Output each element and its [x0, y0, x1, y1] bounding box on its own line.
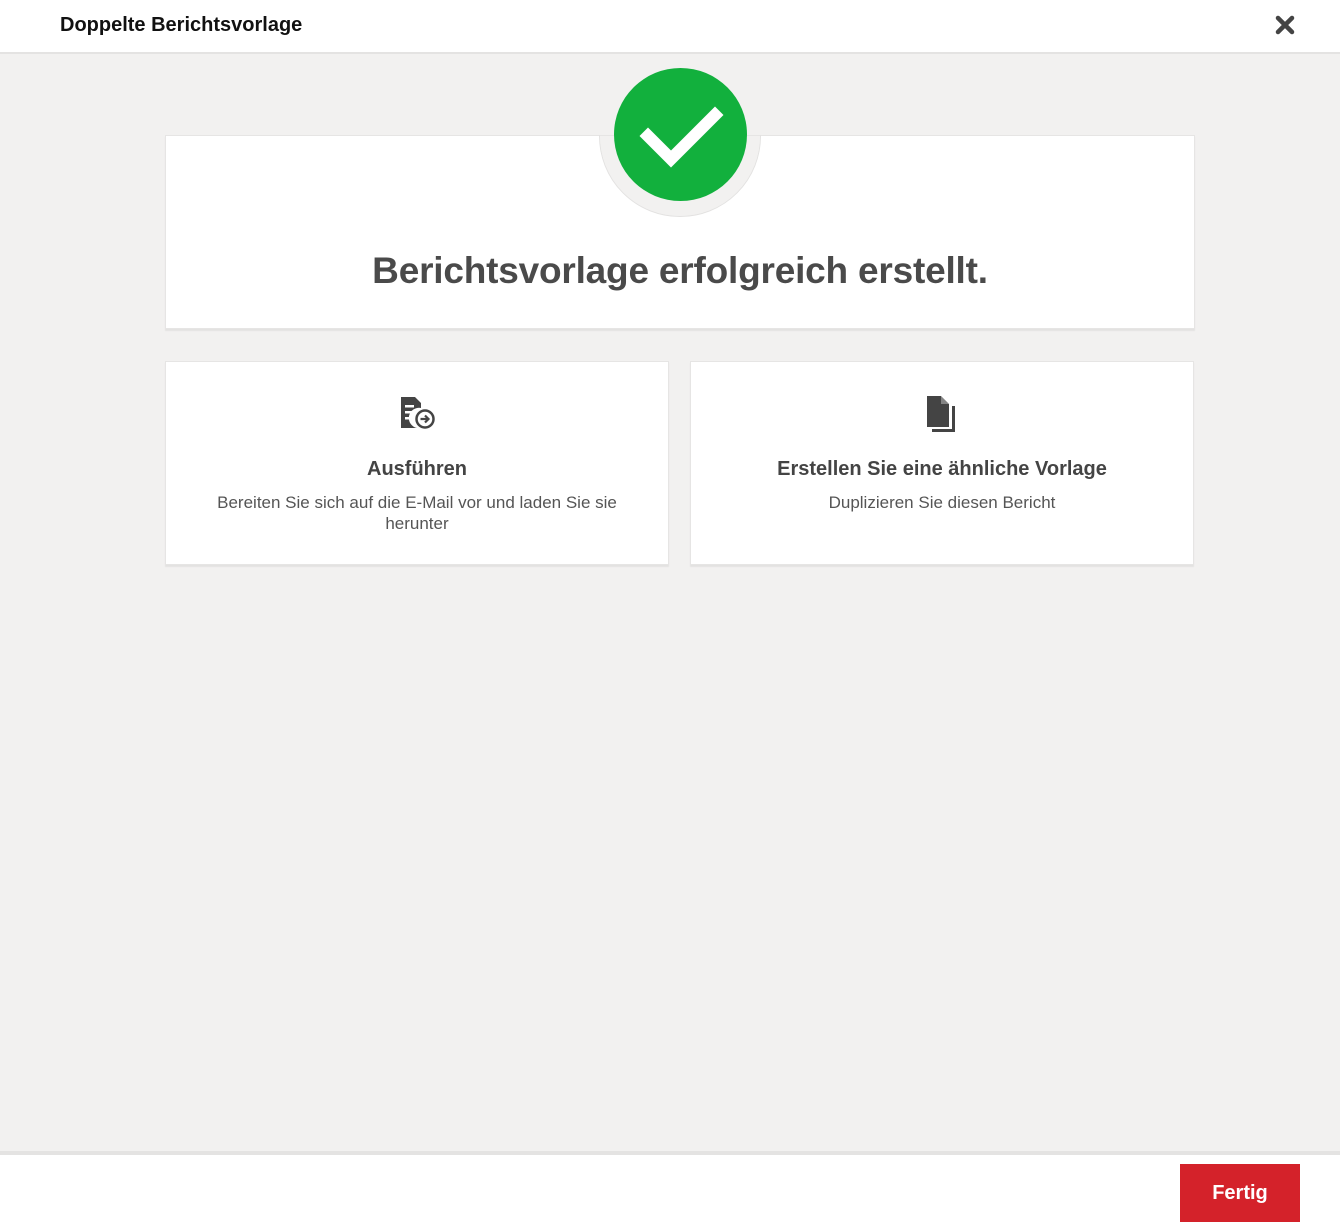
run-report-card[interactable]: Ausführen Bereiten Sie sich auf die E-Ma…: [165, 361, 669, 565]
run-report-icon: [401, 397, 435, 429]
close-button[interactable]: [1270, 10, 1300, 40]
duplicate-document-icon: [927, 396, 955, 432]
duplicate-template-description: Duplizieren Sie diesen Bericht: [828, 493, 1056, 512]
duplicate-template-title: Erstellen Sie eine ähnliche Vorlage: [777, 458, 1107, 480]
done-button[interactable]: Fertig: [1180, 1164, 1300, 1222]
run-report-title: Ausführen: [367, 458, 467, 480]
success-message: Berichtsvorlage erfolgreich erstellt.: [372, 250, 988, 291]
dialog-header: Doppelte Berichtsvorlage: [0, 0, 1340, 54]
dialog-title: Doppelte Berichtsvorlage: [60, 14, 303, 36]
run-report-description: Bereiten Sie sich auf die E-Mail vor und…: [217, 493, 617, 533]
checkmark-icon: [639, 106, 724, 168]
duplicate-template-card[interactable]: Erstellen Sie eine ähnliche Vorlage Dupl…: [690, 361, 1194, 565]
success-badge: [614, 68, 747, 201]
close-icon: [1275, 15, 1295, 35]
dialog-footer: Fertig: [0, 1151, 1340, 1229]
